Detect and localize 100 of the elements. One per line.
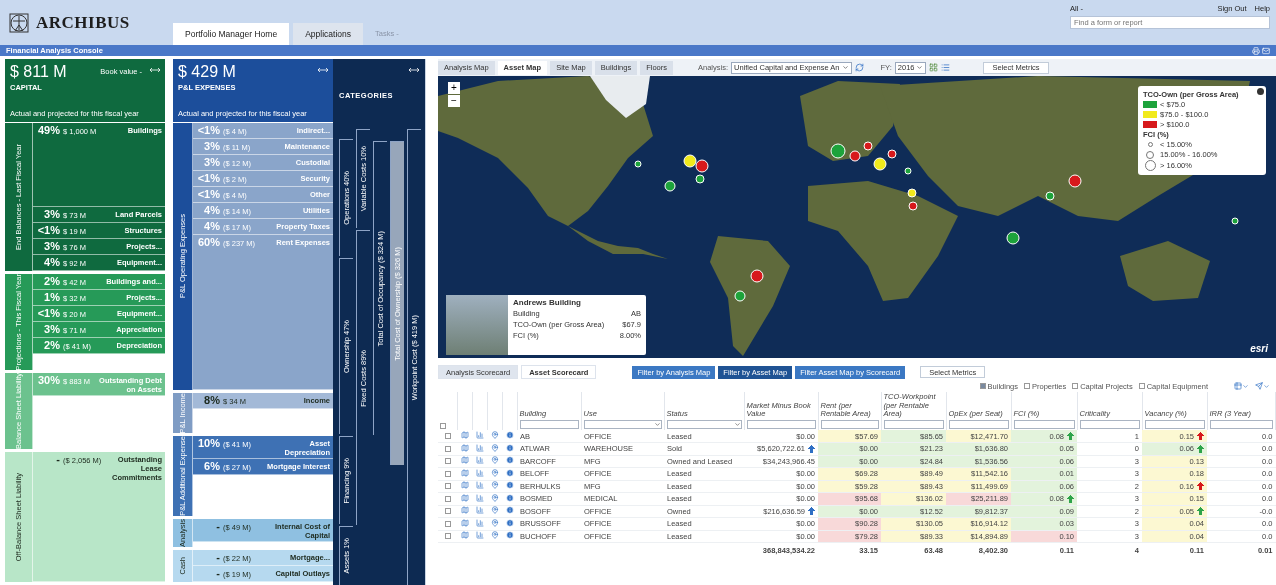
filter-field[interactable] [820,420,879,429]
map-icon[interactable] [460,506,469,515]
tile-percent: 6% [203,460,220,473]
filter-field[interactable] [746,420,816,429]
bar-chart-icon[interactable] [475,481,484,490]
info-icon[interactable] [505,493,514,502]
info-icon[interactable] [505,443,514,452]
filter-field[interactable] [1144,420,1205,429]
checkbox[interactable] [444,458,451,465]
bar-chart-icon[interactable] [475,531,484,540]
expand-icon[interactable] [318,67,328,73]
total-amount: $ 429 M [178,63,236,81]
tile-percent: 4% [203,220,220,232]
filter-field[interactable] [948,420,1009,429]
refresh-icon[interactable] [854,63,864,72]
checkbox[interactable] [1072,383,1079,389]
pin-icon[interactable] [490,443,499,452]
zoom-button[interactable]: − [448,95,460,107]
nav-tab[interactable]: Applications [293,23,363,45]
filter-field[interactable] [1079,420,1140,429]
pin-icon[interactable] [490,456,499,465]
checkbox[interactable] [444,533,451,540]
bar-chart-icon[interactable] [475,493,484,502]
filter-field[interactable] [519,420,579,429]
bar-chart-icon[interactable] [475,518,484,527]
mail-icon[interactable] [1262,46,1270,55]
map-icon[interactable] [460,443,469,452]
tile-percent: <1% [196,188,220,200]
map-icon[interactable] [460,518,469,527]
checkbox[interactable] [444,520,451,527]
filter-field[interactable] [583,420,662,429]
checkbox[interactable] [444,433,451,439]
map-icon[interactable] [460,468,469,477]
map-icon[interactable] [460,481,469,490]
expand-icon[interactable] [150,67,160,73]
info-icon[interactable] [505,468,514,477]
checkbox[interactable] [444,483,451,490]
logo-icon [8,11,30,34]
pin-icon[interactable] [490,506,499,515]
filter-field[interactable] [1013,420,1075,429]
info-icon[interactable] [505,456,514,465]
map-icon[interactable] [460,531,469,540]
caret-icon [733,421,741,428]
info-icon[interactable] [505,481,514,490]
checkbox[interactable] [1024,383,1030,389]
zoom-button[interactable]: + [448,82,460,94]
bar-chart-icon[interactable] [475,431,484,439]
tile-percent: 3% [43,322,60,335]
map-icon[interactable] [460,431,469,439]
checkbox[interactable] [444,445,451,452]
popup-title: Andrews Building [513,298,582,307]
map-icon[interactable] [460,456,469,465]
expand-icon[interactable] [409,67,419,73]
grid-icon[interactable] [929,63,939,72]
photo-placeholder [446,295,508,355]
tile-percent: <1% [36,223,60,236]
pin-icon[interactable] [490,531,499,540]
tile-percent: - [215,551,220,563]
export-menu-icon[interactable] [1255,382,1270,390]
tile-percent: - [215,567,220,579]
tile-percent: 3% [43,207,60,220]
close-icon[interactable] [1257,88,1264,95]
tile-percent: 4% [203,204,220,216]
tile-percent: 2% [43,338,60,351]
checkbox[interactable] [440,423,446,429]
bar-chart-icon[interactable] [475,456,484,465]
list-icon[interactable] [941,63,951,72]
tile-percent: <1% [36,306,60,319]
bar-chart-icon[interactable] [475,506,484,515]
table-menu-icon[interactable] [1234,382,1249,390]
tile-percent: - [215,520,220,533]
total-amount: $ 811 M [10,63,67,81]
world-map-drawing[interactable] [438,76,1276,358]
pin-icon[interactable] [490,468,499,477]
filter-field[interactable] [883,420,944,429]
print-icon[interactable] [1252,46,1260,55]
bar-chart-icon[interactable] [475,443,484,452]
tile-percent: - [55,453,60,466]
filter-field[interactable] [666,420,742,429]
checkbox[interactable] [444,470,451,477]
checkbox[interactable] [444,508,451,515]
pin-icon[interactable] [490,518,499,527]
checkbox[interactable] [444,495,451,502]
caret-icon [841,64,849,71]
info-icon[interactable] [505,518,514,527]
info-icon[interactable] [505,531,514,540]
info-icon[interactable] [505,431,514,439]
info-icon[interactable] [505,506,514,515]
map-icon[interactable] [460,493,469,502]
pin-icon[interactable] [490,481,499,490]
pin-icon[interactable] [490,431,499,439]
checkbox[interactable] [1138,383,1145,389]
filter-field[interactable] [1209,420,1273,429]
checkbox[interactable] [979,383,986,389]
pin-icon[interactable] [490,493,499,502]
nav-tab[interactable]: Portfolio Manager Home [173,23,290,45]
tile-percent: 1% [43,290,60,303]
tile-percent: 3% [43,239,60,252]
map-attribution: esri [1250,343,1268,354]
bar-chart-icon[interactable] [475,468,484,477]
